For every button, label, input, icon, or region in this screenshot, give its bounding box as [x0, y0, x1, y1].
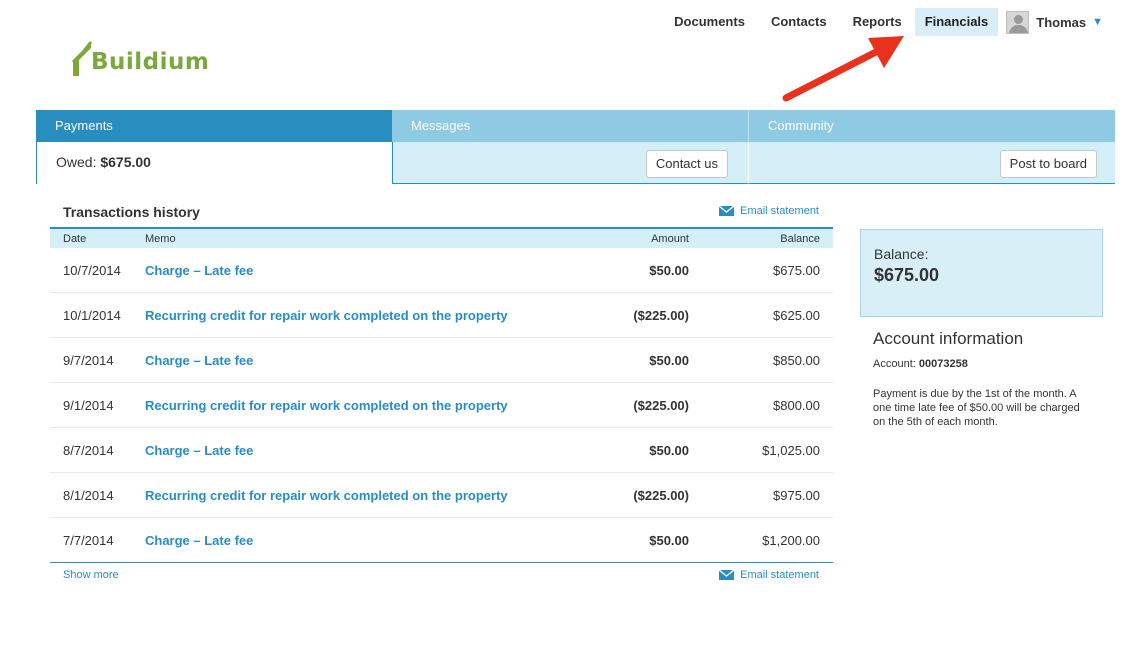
transactions-table: Date Memo Amount Balance 10/7/2014 Charg…	[50, 227, 833, 563]
row-amount: $50.00	[649, 442, 689, 458]
tab-payments[interactable]: Payments	[36, 110, 392, 142]
balance-label: Balance:	[874, 246, 929, 262]
table-row: 8/1/2014 Recurring credit for repair wor…	[50, 473, 833, 518]
balance-box: Balance: $675.00	[860, 229, 1103, 317]
row-amount: ($225.00)	[633, 487, 689, 503]
account-label: Account:	[873, 358, 916, 370]
envelope-icon	[719, 206, 735, 216]
top-nav: Documents Contacts Reports Financials Th…	[661, 8, 1103, 36]
email-statement-link-bottom[interactable]: Email statement	[719, 569, 819, 581]
account-number: 00073258	[918, 358, 968, 370]
payments-panel: Payments Owed: $675.00	[36, 110, 392, 184]
messages-panel: Messages Contact us	[392, 110, 748, 184]
column-balance: Balance	[780, 232, 820, 245]
row-memo-link[interactable]: Recurring credit for repair work complet…	[145, 308, 508, 323]
row-balance: $1,025.00	[762, 442, 820, 458]
table-header: Date Memo Amount Balance	[50, 227, 833, 248]
user-silhouette-icon	[1006, 10, 1030, 34]
row-balance: $975.00	[773, 487, 820, 503]
nav-reports[interactable]: Reports	[840, 8, 915, 36]
row-amount: $50.00	[649, 532, 689, 548]
row-date: 7/7/2014	[63, 532, 114, 548]
table-row: 7/7/2014 Charge – Late fee $50.00 $1,200…	[50, 518, 833, 563]
row-balance: $675.00	[773, 262, 820, 278]
nav-contacts[interactable]: Contacts	[758, 8, 840, 36]
email-statement-label: Email statement	[740, 569, 819, 581]
red-arrow-icon	[782, 36, 904, 102]
row-amount: $50.00	[649, 262, 689, 278]
row-amount: $50.00	[649, 352, 689, 368]
show-more-link[interactable]: Show more	[63, 569, 119, 581]
row-balance: $850.00	[773, 352, 820, 368]
row-date: 9/7/2014	[63, 352, 114, 368]
row-date: 10/1/2014	[63, 307, 121, 323]
transactions-title: Transactions history	[63, 204, 200, 220]
table-row: 9/7/2014 Charge – Late fee $50.00 $850.0…	[50, 338, 833, 383]
row-amount: ($225.00)	[633, 307, 689, 323]
account-info-title: Account information	[873, 329, 1024, 348]
logo-text: Buildium	[91, 49, 210, 75]
row-date: 8/1/2014	[63, 487, 114, 503]
column-memo: Memo	[145, 232, 176, 245]
row-amount: ($225.00)	[633, 397, 689, 413]
row-memo-link[interactable]: Charge – Late fee	[145, 353, 253, 368]
row-balance: $800.00	[773, 397, 820, 413]
user-menu[interactable]: Thomas ▼	[1006, 8, 1103, 36]
row-memo-link[interactable]: Recurring credit for repair work complet…	[145, 398, 508, 413]
row-memo-link[interactable]: Charge – Late fee	[145, 443, 253, 458]
row-date: 10/7/2014	[63, 262, 121, 278]
owed-value: $675.00	[100, 154, 151, 170]
post-to-board-button[interactable]: Post to board	[999, 150, 1097, 178]
chevron-down-icon: ▼	[1092, 16, 1103, 28]
buildium-logo[interactable]: Buildium	[71, 34, 209, 78]
row-balance: $1,200.00	[762, 532, 820, 548]
house-roof-icon	[71, 41, 93, 76]
row-memo-link[interactable]: Charge – Late fee	[145, 533, 253, 548]
envelope-icon	[719, 570, 735, 580]
nav-documents[interactable]: Documents	[661, 8, 758, 36]
owed-amount: Owed: $675.00	[56, 154, 151, 170]
payment-policy-note: Payment is due by the 1st of the month. …	[873, 388, 1080, 428]
community-panel: Community Post to board	[748, 110, 1115, 184]
row-balance: $625.00	[773, 307, 820, 323]
account-number-line: Account: 00073258	[873, 358, 968, 370]
table-row: 8/7/2014 Charge – Late fee $50.00 $1,025…	[50, 428, 833, 473]
contact-us-button[interactable]: Contact us	[645, 150, 728, 178]
tab-messages[interactable]: Messages	[392, 110, 748, 142]
table-row: 10/7/2014 Charge – Late fee $50.00 $675.…	[50, 248, 833, 293]
row-memo-link[interactable]: Charge – Late fee	[145, 263, 253, 278]
column-amount: Amount	[651, 232, 689, 245]
user-name: Thomas	[1036, 14, 1087, 30]
summary-panels: Payments Owed: $675.00 Messages Contact …	[36, 110, 1115, 184]
row-date: 9/1/2014	[63, 397, 114, 413]
email-statement-label: Email statement	[740, 205, 819, 217]
table-row: 9/1/2014 Recurring credit for repair wor…	[50, 383, 833, 428]
balance-value: $675.00	[874, 265, 940, 285]
row-date: 8/7/2014	[63, 442, 114, 458]
table-row: 10/1/2014 Recurring credit for repair wo…	[50, 293, 833, 338]
row-memo-link[interactable]: Recurring credit for repair work complet…	[145, 488, 508, 503]
owed-label: Owed:	[56, 154, 97, 170]
email-statement-link[interactable]: Email statement	[719, 205, 819, 217]
column-date: Date	[63, 232, 87, 245]
tab-community[interactable]: Community	[748, 110, 1115, 142]
nav-financials[interactable]: Financials	[914, 8, 999, 36]
